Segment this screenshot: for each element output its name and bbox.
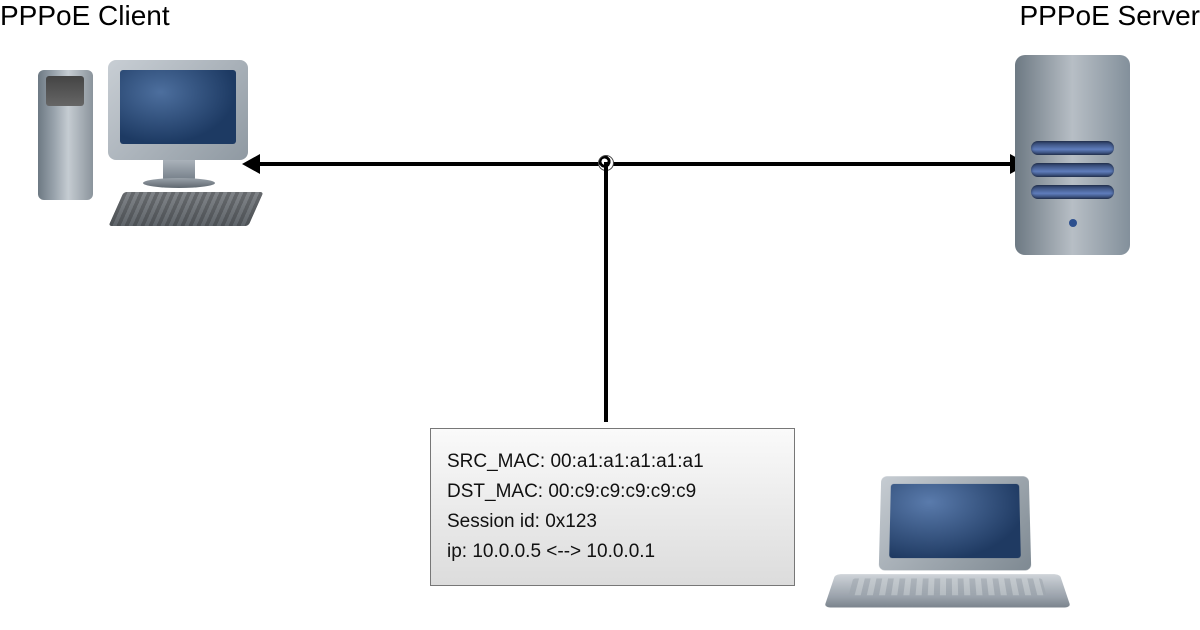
dst-mac-row: DST_MAC: 00:c9:c9:c9:c9:c9 bbox=[447, 481, 778, 503]
ip-key: ip: bbox=[447, 541, 467, 562]
ip-value: 10.0.0.5 <--> 10.0.0.1 bbox=[472, 541, 655, 562]
server-bay-icon bbox=[1031, 163, 1114, 177]
packet-info-box: SRC_MAC: 00:a1:a1:a1:a1:a1 DST_MAC: 00:c… bbox=[430, 428, 795, 586]
server-tower-icon bbox=[1015, 55, 1130, 255]
src-mac-row: SRC_MAC: 00:a1:a1:a1:a1:a1 bbox=[447, 451, 778, 473]
pppoe-client-icon bbox=[38, 60, 268, 240]
network-diagram: PPPoE Client PPPoE Server SRC_MAC: 00:a1… bbox=[0, 0, 1200, 630]
session-id-value: 0x123 bbox=[545, 511, 597, 532]
server-bay-icon bbox=[1031, 141, 1114, 155]
client-label: PPPoE Client bbox=[0, 0, 170, 32]
monitor-base-icon bbox=[143, 178, 215, 188]
power-led-icon bbox=[1069, 219, 1077, 227]
ip-row: ip: 10.0.0.5 <--> 10.0.0.1 bbox=[447, 541, 778, 563]
session-id-row: Session id: 0x123 bbox=[447, 511, 778, 533]
laptop-base-icon bbox=[824, 574, 1071, 607]
laptop-screen-icon bbox=[879, 476, 1032, 570]
sniffer-laptop-icon bbox=[830, 475, 1060, 625]
src-mac-value: 00:a1:a1:a1:a1:a1 bbox=[550, 451, 703, 472]
server-bay-icon bbox=[1031, 185, 1114, 199]
dst-mac-value: 00:c9:c9:c9:c9:c9 bbox=[548, 481, 696, 502]
keyboard-icon bbox=[108, 192, 263, 226]
link-client-server bbox=[260, 162, 1010, 166]
desktop-tower-icon bbox=[38, 70, 93, 200]
dst-mac-key: DST_MAC: bbox=[447, 481, 543, 502]
server-label: PPPoE Server bbox=[1019, 0, 1200, 32]
link-tap-to-laptop bbox=[604, 162, 608, 422]
pppoe-server-icon bbox=[1015, 55, 1135, 265]
session-id-key: Session id: bbox=[447, 511, 540, 532]
src-mac-key: SRC_MAC: bbox=[447, 451, 545, 472]
monitor-icon bbox=[108, 60, 248, 160]
